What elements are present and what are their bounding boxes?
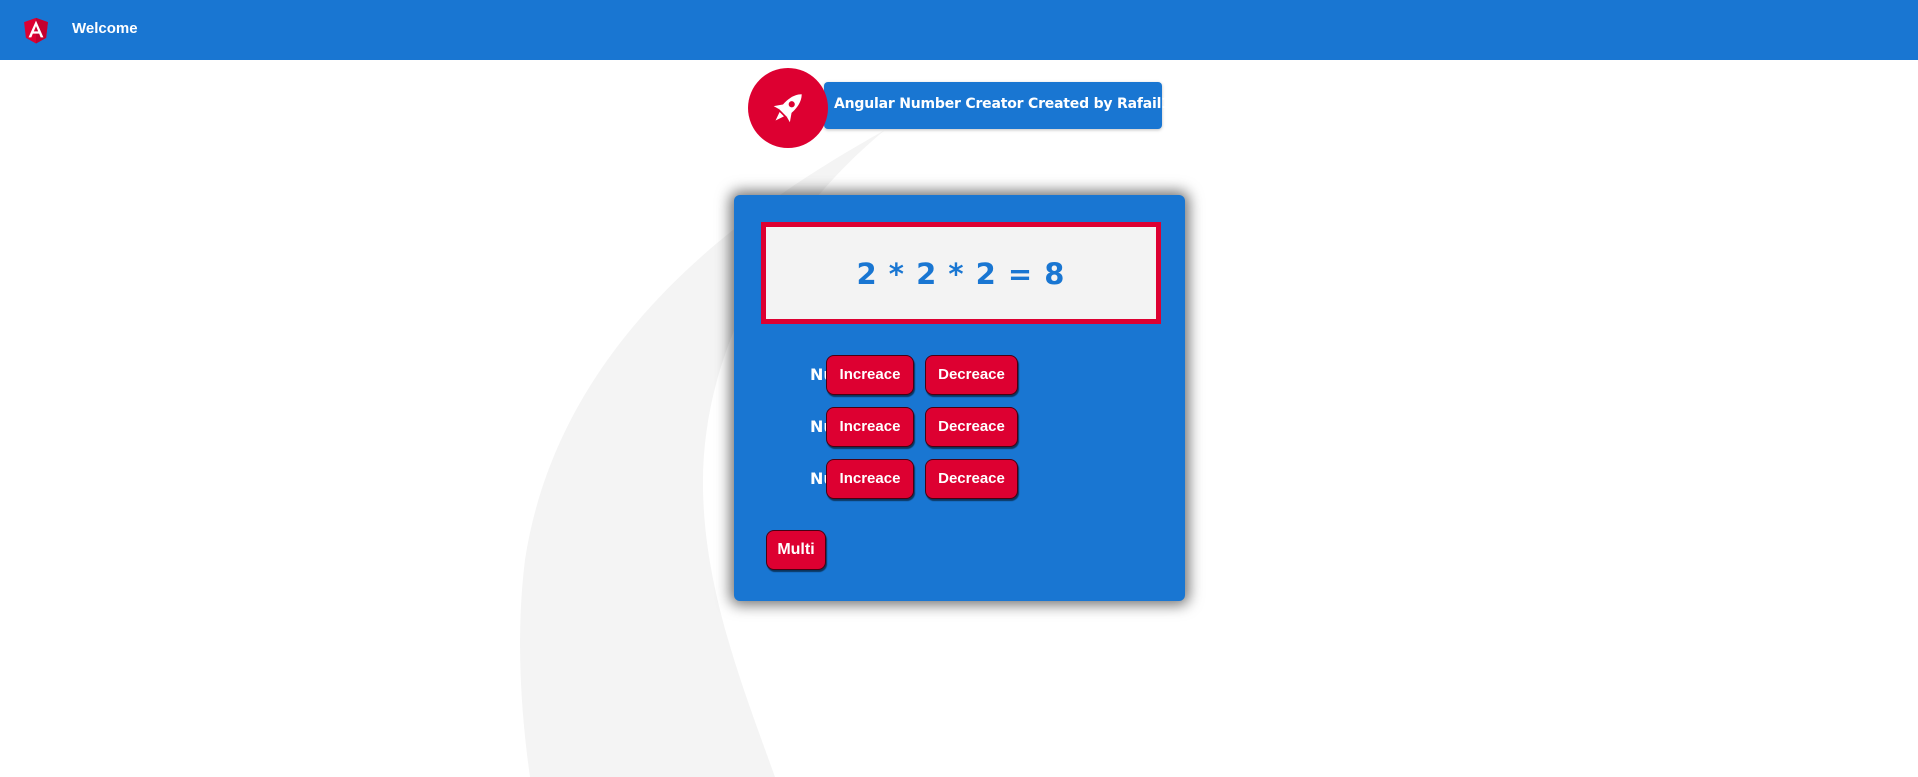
number-1-increase-button[interactable]: Increace — [826, 355, 914, 395]
top-toolbar: Welcome — [0, 0, 1918, 60]
creator-banner: Angular Number Creator Created by Rafail… — [824, 82, 1218, 129]
rocket-icon — [773, 94, 802, 123]
multi-button[interactable]: Multi — [766, 530, 826, 570]
result-display: 2 * 2 * 2 = 8 — [761, 222, 1161, 324]
number-2-increase-button[interactable]: Increace — [826, 407, 914, 447]
expression-text: 2 * 2 * 2 = 8 — [856, 257, 1066, 291]
toolbar-title: Welcome — [72, 20, 138, 37]
number-2-decrease-button[interactable]: Decreace — [925, 407, 1018, 447]
number-1-decrease-button[interactable]: Decreace — [925, 355, 1018, 395]
number-3-decrease-button[interactable]: Decreace — [925, 459, 1018, 499]
calculator-card: 2 * 2 * 2 = 8 Multi — [734, 195, 1185, 601]
angular-logo-icon[interactable] — [20, 13, 52, 47]
number-3-increase-button[interactable]: Increace — [826, 459, 914, 499]
banner-text: Angular Number Creator Created by Rafail… — [834, 96, 1218, 112]
rocket-badge — [748, 68, 828, 148]
